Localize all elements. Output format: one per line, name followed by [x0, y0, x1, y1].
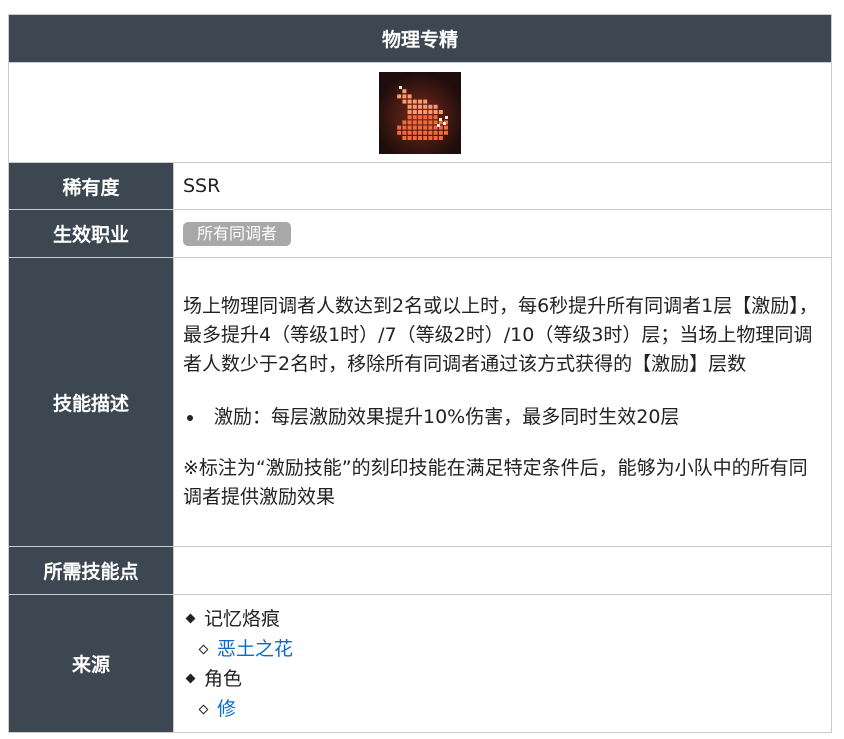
skill-icon-cell: [8, 62, 832, 163]
source-group-label: 记忆烙痕: [204, 607, 281, 630]
diamond-bullet-icon: [185, 613, 196, 623]
source-link-character[interactable]: 修: [217, 698, 236, 720]
diamond-bullet-icon: [185, 673, 196, 683]
hollow-diamond-icon: [198, 704, 209, 714]
hollow-diamond-icon: [198, 644, 209, 654]
source-group-label: 角色: [204, 667, 243, 690]
description-note: ※标注为“激励技能”的刻印技能在满足特定条件后，能够为小队中的所有同调者提供激励…: [183, 457, 808, 508]
source-value: 记忆烙痕 恶土之花 角色 修: [173, 594, 832, 733]
points-value: [173, 546, 832, 595]
infobox-title: 物理专精: [8, 14, 832, 63]
rarity-value: SSR: [173, 162, 832, 210]
skill-infobox: 物理专精 稀有度 SSR 生效职业 所有同调者 技能描述 场上物理同调者人数达到…: [8, 14, 832, 733]
source-label: 来源: [8, 594, 174, 733]
source-link-memory[interactable]: 恶土之花: [217, 638, 293, 660]
physical-mastery-icon: [379, 71, 461, 154]
class-value: 所有同调者: [173, 209, 832, 258]
bullet-item: 激励：每层激励效果提升10%伤害，最多同时生效20层: [183, 403, 821, 432]
description-text: 场上物理同调者人数达到2名或以上时，每6秒提升所有同调者1层【激励】，最多提升4…: [183, 295, 818, 375]
bullet-text: 激励：每层激励效果提升10%伤害，最多同时生效20层: [214, 406, 680, 428]
points-label: 所需技能点: [8, 546, 174, 595]
bullet-icon: [187, 415, 193, 421]
class-label: 生效职业: [8, 209, 174, 258]
class-tag: 所有同调者: [183, 221, 292, 246]
source-sub-item: 恶土之花: [183, 634, 821, 664]
source-group: 记忆烙痕: [183, 604, 821, 634]
source-list: 记忆烙痕 恶土之花 角色 修: [183, 604, 821, 724]
description-value: 场上物理同调者人数达到2名或以上时，每6秒提升所有同调者1层【激励】，最多提升4…: [173, 257, 832, 547]
description-label: 技能描述: [8, 257, 174, 547]
rarity-label: 稀有度: [8, 162, 174, 210]
source-sub-item: 修: [183, 694, 821, 724]
source-group: 角色: [183, 664, 821, 694]
